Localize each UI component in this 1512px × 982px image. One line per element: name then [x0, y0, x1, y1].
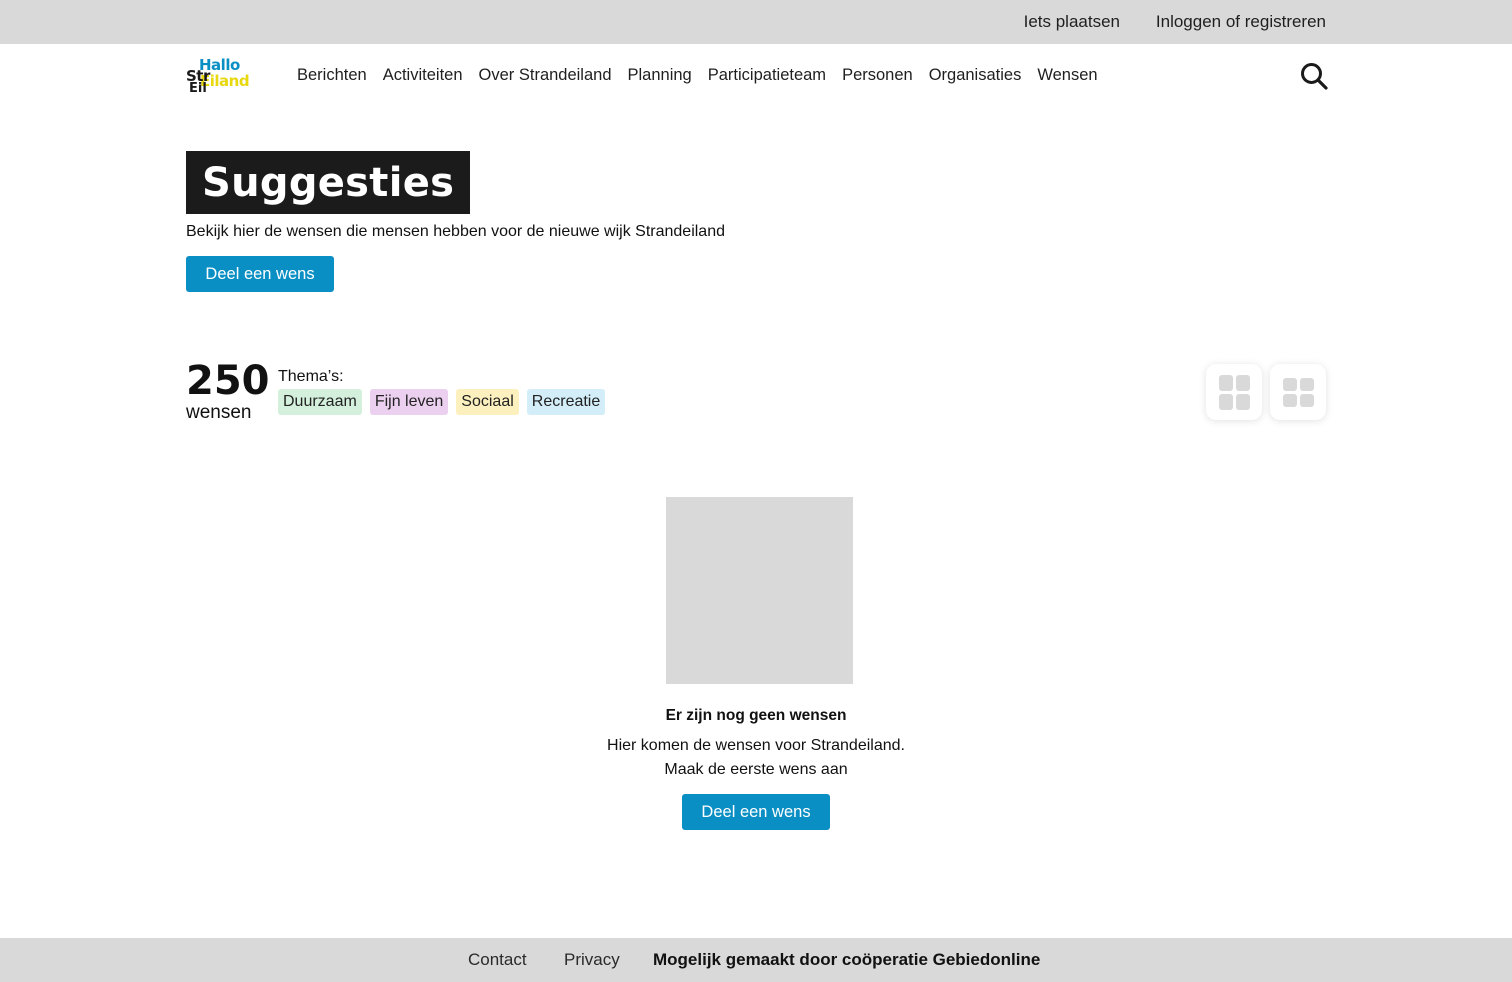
- login-register-link[interactable]: Inloggen of registreren: [1156, 12, 1326, 32]
- themes-label: Thema’s:: [278, 368, 344, 385]
- page-title-box: Suggesties: [186, 151, 471, 214]
- primary-nav: Berichten Activiteiten Over Strandeiland…: [297, 66, 1098, 85]
- nav-item-activiteiten[interactable]: Activiteiten: [383, 66, 463, 85]
- empty-state-title: Er zijn nog geen wensen: [665, 707, 847, 724]
- empty-state-image: [666, 497, 853, 684]
- nav-item-over-strandeiland[interactable]: Over Strandeiland: [479, 66, 612, 85]
- share-wish-button[interactable]: Deel een wens: [186, 256, 334, 292]
- empty-state-text-2: Maak de eerste wens aan: [664, 761, 848, 778]
- wish-count-label: wensen: [186, 402, 252, 423]
- nav-item-planning[interactable]: Planning: [628, 66, 692, 85]
- footer-credit: Mogelijk gemaakt door coöperatie Gebiedo…: [653, 950, 1041, 969]
- nav-item-wensen[interactable]: Wensen: [1037, 66, 1097, 85]
- footer-privacy-link[interactable]: Privacy: [564, 950, 620, 970]
- empty-share-wish-button[interactable]: Deel een wens: [682, 794, 830, 830]
- main-navbar: Hallo Eiland Str Eil Berichten Activitei…: [0, 44, 1512, 110]
- page-subtitle: Bekijk hier de wensen die mensen hebben …: [186, 223, 725, 240]
- theme-chip-duurzaam[interactable]: Duurzaam: [278, 389, 362, 415]
- theme-chip-fijn-leven[interactable]: Fijn leven: [369, 389, 449, 415]
- list-view-icon: [1282, 377, 1314, 407]
- wish-count: 250: [186, 358, 270, 404]
- nav-item-berichten[interactable]: Berichten: [297, 66, 367, 85]
- footer-contact-link[interactable]: Contact: [468, 950, 527, 970]
- empty-state-text-1: Hier komen de wensen voor Strandeiland.: [607, 737, 905, 754]
- search-icon[interactable]: [1299, 61, 1329, 91]
- nav-item-participatieteam[interactable]: Participatieteam: [708, 66, 826, 85]
- grid-view-icon: [1218, 374, 1250, 410]
- nav-item-organisaties[interactable]: Organisaties: [929, 66, 1022, 85]
- top-utility-bar: Iets plaatsen Inloggen of registreren: [0, 0, 1512, 44]
- theme-filter-list: Duurzaam Fijn leven Sociaal Recreatie: [278, 389, 606, 415]
- theme-chip-sociaal[interactable]: Sociaal: [456, 389, 519, 415]
- footer: Contact Privacy Mogelijk gemaakt door co…: [0, 938, 1512, 982]
- page-title: Suggesties: [202, 159, 455, 206]
- post-something-link[interactable]: Iets plaatsen: [1024, 12, 1120, 32]
- logo-text-eil: Eil: [189, 81, 207, 96]
- grid-view-button[interactable]: [1206, 364, 1262, 420]
- nav-item-personen[interactable]: Personen: [842, 66, 913, 85]
- list-view-button[interactable]: [1270, 364, 1326, 420]
- site-logo[interactable]: Hallo Eiland Str Eil: [186, 56, 250, 98]
- theme-chip-recreatie[interactable]: Recreatie: [526, 389, 606, 415]
